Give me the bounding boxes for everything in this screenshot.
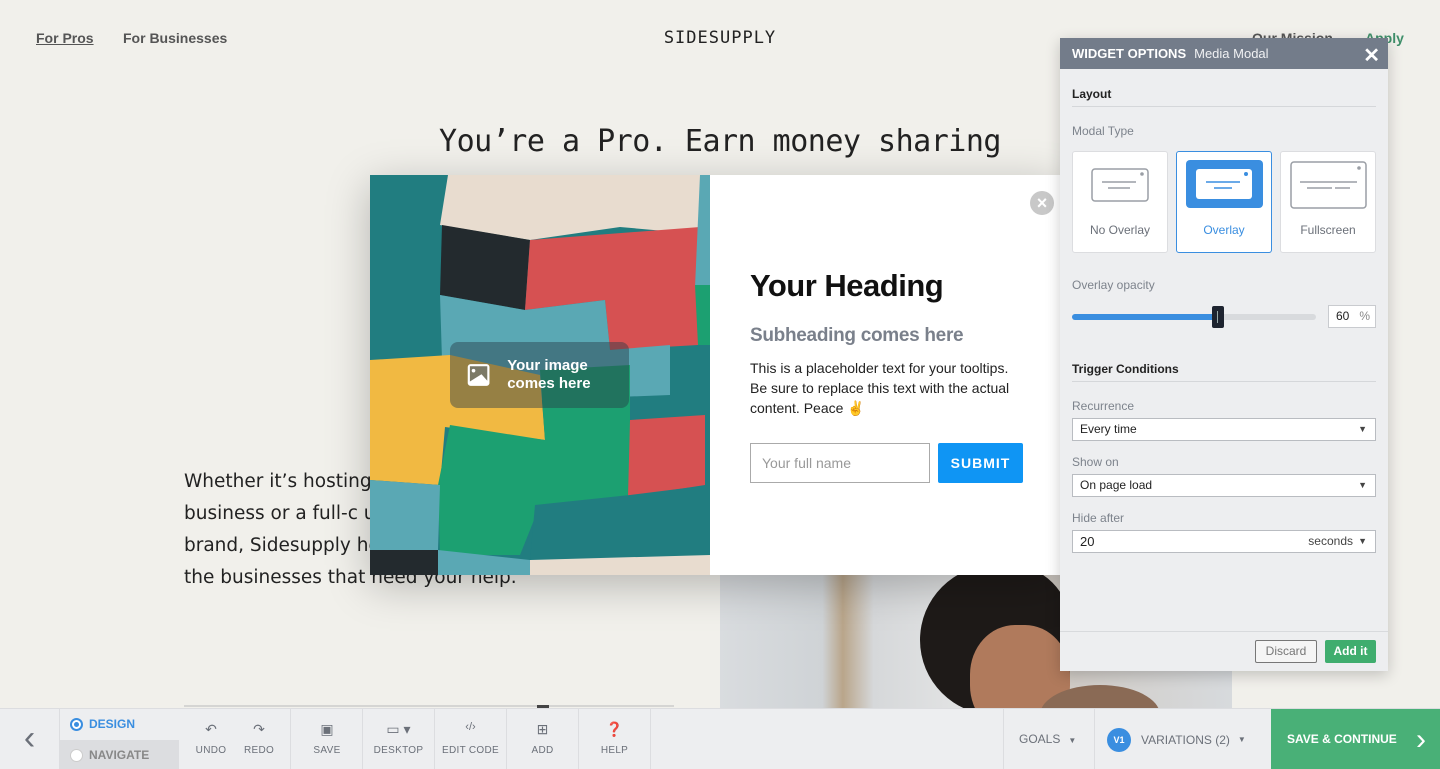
divider — [1060, 631, 1388, 632]
design-label: DESIGN — [89, 717, 136, 731]
discard-button[interactable]: Discard — [1255, 640, 1317, 663]
panel-title: WIDGET OPTIONS — [1072, 46, 1187, 61]
panel-header: WIDGET OPTIONS Media Modal ✕ — [1060, 38, 1388, 69]
caret-down-icon: ▼ — [1358, 424, 1367, 434]
hide-after-input[interactable]: 20 seconds ▼ — [1072, 530, 1376, 553]
overlay-opacity-slider[interactable] — [1072, 306, 1316, 328]
caret-down-icon: ▼ — [1237, 735, 1246, 744]
save-button[interactable]: ▣ SAVE — [291, 709, 363, 769]
goals-label: GOALS — [1019, 732, 1061, 746]
radio-selected-icon — [70, 717, 83, 731]
undo-icon: ↶ — [205, 721, 217, 737]
recurrence-select[interactable]: Every time ▼ — [1072, 418, 1376, 441]
desktop-label: DESKTOP — [373, 745, 424, 756]
redo-button[interactable]: ↷ REDO — [238, 709, 280, 769]
no-overlay-icon — [1091, 168, 1149, 202]
variations-dropdown[interactable]: V1 VARIATIONS (2) ▼ — [1096, 709, 1271, 769]
caret-down-icon: ▼ — [1068, 736, 1077, 745]
show-on-label: Show on — [1072, 455, 1119, 469]
recurrence-value: Every time — [1080, 422, 1137, 436]
full-name-input[interactable]: Your full name — [750, 443, 930, 483]
overlay-icon — [1186, 160, 1263, 208]
add-button[interactable]: ⊞ ADD — [507, 709, 578, 769]
mode-navigate-radio[interactable]: NAVIGATE — [60, 740, 179, 769]
modal-type-fullscreen[interactable]: Fullscreen — [1280, 151, 1376, 253]
help-label: HELP — [600, 745, 629, 756]
modal-type-overlay[interactable]: Overlay — [1176, 151, 1272, 253]
slider-handle[interactable] — [1212, 306, 1225, 328]
percent-unit: % — [1359, 309, 1370, 323]
save-continue-label: SAVE & CONTINUE — [1287, 732, 1397, 746]
modal-type-no-overlay[interactable]: No Overlay — [1072, 151, 1168, 253]
undo-label: UNDO — [195, 745, 227, 756]
modal-type-label: Modal Type — [1072, 124, 1134, 138]
modal-image-placeholder[interactable]: Your image comes here — [370, 175, 710, 575]
modal-type-label: Overlay — [1203, 223, 1245, 237]
edit-code-button[interactable]: ‹/› EDIT CODE — [435, 709, 506, 769]
panel-subtitle: Media Modal — [1194, 46, 1269, 61]
hide-after-value: 20 — [1080, 534, 1095, 549]
show-on-select[interactable]: On page load ▼ — [1072, 474, 1376, 497]
add-it-button[interactable]: Add it — [1325, 640, 1376, 663]
modal-type-label: No Overlay — [1089, 223, 1151, 237]
add-label: ADD — [531, 745, 554, 756]
caret-down-icon: ▼ — [1358, 480, 1367, 490]
variations-label: VARIATIONS (2) — [1141, 732, 1230, 747]
variation-badge: V1 — [1107, 727, 1131, 752]
fullscreen-icon — [1290, 161, 1367, 209]
show-on-value: On page load — [1080, 478, 1153, 492]
save-label: SAVE — [313, 745, 341, 756]
widget-options-panel: WIDGET OPTIONS Media Modal ✕ Layout Moda… — [1060, 38, 1388, 671]
image-icon — [467, 364, 490, 386]
desktop-button[interactable]: ▭ ▾ DESKTOP — [363, 709, 434, 769]
save-icon: ▣ — [320, 721, 334, 737]
hide-after-unit-select[interactable]: seconds — [1308, 531, 1353, 552]
modal-type-label: Fullscreen — [1300, 223, 1356, 237]
caret-down-icon: ▼ — [1358, 536, 1367, 546]
save-continue-button[interactable]: SAVE & CONTINUE › — [1271, 709, 1440, 769]
image-placeholder-label: Your image comes here — [507, 357, 591, 392]
redo-label: REDO — [243, 745, 275, 756]
editor-toolbar: ‹ DESIGN NAVIGATE ↶ UNDO ↷ REDO ▣ SAVE ▭… — [0, 708, 1440, 769]
help-button[interactable]: ❓ HELP — [579, 709, 650, 769]
close-icon[interactable]: ✕ — [1363, 43, 1380, 68]
divider — [1072, 106, 1376, 107]
chevron-left-icon: ‹ — [23, 719, 36, 757]
divider — [650, 709, 651, 769]
desktop-icon: ▭ ▾ — [386, 721, 411, 737]
slider-fill — [1072, 314, 1219, 320]
overlay-opacity-value: 60 — [1336, 309, 1350, 323]
chevron-right-icon: › — [1416, 723, 1426, 756]
page-scroll-track — [184, 705, 674, 707]
image-placeholder-badge: Your image comes here — [450, 342, 629, 408]
recurrence-label: Recurrence — [1072, 399, 1135, 413]
modal-subheading: Subheading comes here — [750, 325, 964, 346]
layout-section-title: Layout — [1072, 87, 1112, 101]
submit-button[interactable]: SUBMIT — [938, 443, 1023, 483]
modal-heading: Your Heading — [750, 268, 944, 303]
edit-code-label: EDIT CODE — [442, 745, 499, 756]
media-modal: Your image comes here × Your Heading Sub… — [370, 175, 1060, 575]
mode-design-radio[interactable]: DESIGN — [60, 709, 179, 739]
undo-button[interactable]: ↶ UNDO — [190, 709, 232, 769]
redo-icon: ↷ — [253, 721, 265, 737]
goals-dropdown[interactable]: GOALS ▼ — [1003, 709, 1095, 769]
navigate-label: NAVIGATE — [89, 748, 150, 762]
add-icon: ⊞ — [536, 721, 549, 737]
trigger-section-title: Trigger Conditions — [1072, 362, 1179, 376]
overlay-opacity-input[interactable]: 60 % — [1328, 305, 1376, 328]
back-button[interactable]: ‹ — [0, 709, 60, 769]
code-icon: ‹/› — [465, 721, 476, 733]
help-icon: ❓ — [605, 721, 624, 737]
radio-empty-icon — [70, 748, 83, 762]
overlay-opacity-label: Overlay opacity — [1072, 278, 1155, 292]
divider — [1072, 381, 1376, 382]
hide-after-label: Hide after — [1072, 511, 1125, 525]
modal-body-text: This is a placeholder text for your tool… — [750, 360, 1010, 416]
